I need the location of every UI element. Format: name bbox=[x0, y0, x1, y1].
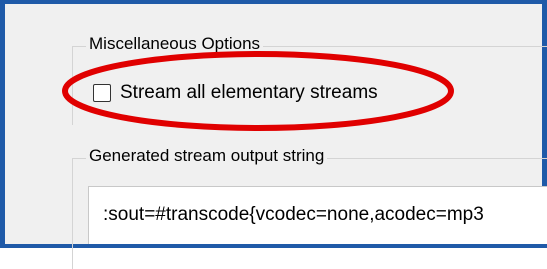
stream-all-checkbox-row[interactable]: Stream all elementary streams bbox=[93, 82, 378, 104]
output-string-field[interactable]: :sout=#transcode{vcodec=none,acodec=mp3 bbox=[88, 186, 547, 244]
output-string-value[interactable]: :sout=#transcode{vcodec=none,acodec=mp3 bbox=[103, 204, 484, 226]
window-border-top bbox=[0, 0, 547, 4]
output-string-title: Generated stream output string bbox=[86, 146, 328, 166]
dialog-panel: Miscellaneous Options Stream all element… bbox=[0, 0, 547, 269]
stream-all-label[interactable]: Stream all elementary streams bbox=[120, 82, 378, 104]
window-border-left bbox=[0, 0, 5, 248]
stream-all-checkbox[interactable] bbox=[93, 84, 111, 102]
misc-options-title: Miscellaneous Options bbox=[86, 34, 264, 54]
